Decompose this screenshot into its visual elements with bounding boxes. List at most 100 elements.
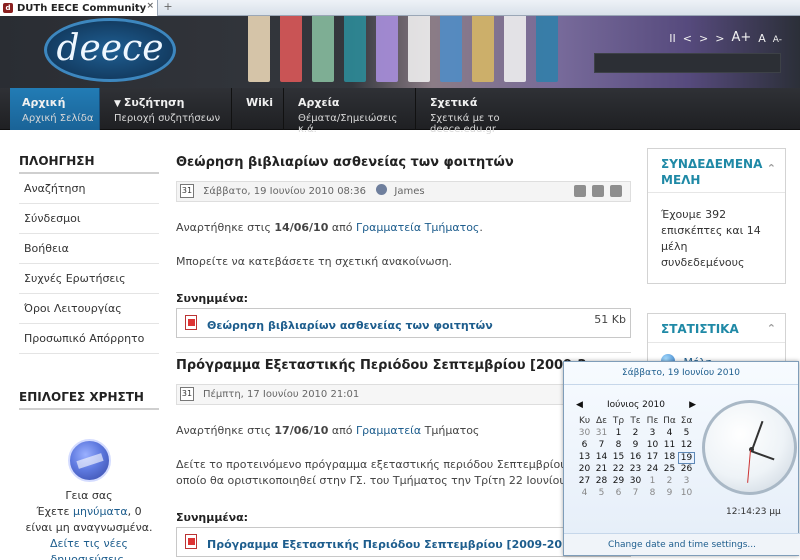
attachment-name[interactable]: Θεώρηση βιβλιαρίων ασθενείας των φοιτητώ…: [207, 319, 493, 332]
new-posts-link[interactable]: Δείτε τις νέες: [19, 536, 159, 552]
calendar-day[interactable]: 19: [678, 452, 695, 464]
chevron-up-icon[interactable]: ⌃: [767, 321, 776, 337]
change-date-time-link[interactable]: Change date and time settings...: [564, 533, 800, 555]
search-input[interactable]: [594, 53, 781, 73]
decorative-cable: [408, 16, 430, 82]
attachment-item[interactable]: Θεώρηση βιβλιαρίων ασθενείας των φοιτητώ…: [176, 308, 631, 338]
calendar-day[interactable]: 21: [593, 464, 610, 476]
nav-wiki[interactable]: Wiki: [234, 88, 284, 130]
calendar-day[interactable]: 3: [644, 428, 661, 440]
decorative-cable: [248, 16, 270, 82]
previous-icon[interactable]: <: [683, 32, 692, 45]
clock-date-heading[interactable]: Σάββατο, 19 Ιουνίου 2010: [564, 362, 798, 385]
calendar-day[interactable]: 16: [627, 452, 644, 464]
user-options-title: ΕΠΙΛΟΓΕΣ ΧΡΗΣΤΗ: [19, 390, 159, 410]
calendar-day[interactable]: 13: [576, 452, 593, 464]
calendar-day[interactable]: 6: [576, 440, 593, 452]
calendar-day[interactable]: 27: [576, 476, 593, 488]
calendar-day[interactable]: 20: [576, 464, 593, 476]
calendar-day[interactable]: 7: [627, 488, 644, 500]
article-author: James: [394, 186, 425, 197]
attachments-label: Συνημμένα:: [176, 292, 249, 305]
decorative-cable: [504, 16, 526, 82]
sidebar-item-terms[interactable]: Όροι Λειτουργίας: [19, 294, 159, 324]
calendar-day[interactable]: 30: [627, 476, 644, 488]
calendar-day[interactable]: 6: [610, 488, 627, 500]
forward-icon[interactable]: >: [715, 32, 724, 45]
sidebar-item-help[interactable]: Βοήθεια: [19, 234, 159, 264]
connected-members-label: ΣΥΝΔΕΔΕΜΕΝΑ ΜΕΛΗ: [661, 157, 763, 187]
nav-discussion[interactable]: ▼ Συζήτηση Περιοχή συζητήσεων: [102, 88, 232, 130]
font-normal-button[interactable]: A: [758, 32, 766, 45]
chevron-up-icon[interactable]: ⌃: [767, 161, 776, 177]
calendar-day[interactable]: 2: [661, 476, 678, 488]
calendar-day[interactable]: 5: [593, 488, 610, 500]
calendar-day[interactable]: 10: [644, 440, 661, 452]
calendar-icon: 31: [180, 184, 194, 198]
calendar-day[interactable]: 5: [678, 428, 695, 440]
previous-month-button[interactable]: ◀: [576, 400, 583, 416]
calendar-day[interactable]: 1: [644, 476, 661, 488]
calendar-day[interactable]: 24: [644, 464, 661, 476]
calendar-day[interactable]: 7: [593, 440, 610, 452]
calendar-day[interactable]: 8: [644, 488, 661, 500]
calendar-day[interactable]: 11: [661, 440, 678, 452]
calendar-day[interactable]: 25: [661, 464, 678, 476]
pdf-icon: [185, 534, 197, 549]
edit-icon[interactable]: [574, 185, 586, 197]
browser-tab[interactable]: d DUTh EECE Community ×: [0, 0, 158, 16]
calendar-day[interactable]: 22: [610, 464, 627, 476]
messages-line2: είναι μη αναγνωσμένα.: [25, 521, 153, 534]
calendar-day[interactable]: 28: [593, 476, 610, 488]
calendar-day[interactable]: 8: [610, 440, 627, 452]
calendar-day[interactable]: 17: [644, 452, 661, 464]
site-logo[interactable]: deece: [44, 18, 176, 82]
sidebar-item-search[interactable]: Αναζήτηση: [19, 174, 159, 204]
calendar-day[interactable]: 10: [678, 488, 695, 500]
sidebar-item-faq[interactable]: Συχνές Ερωτήσεις: [19, 264, 159, 294]
email-icon[interactable]: [610, 185, 622, 197]
calendar-month-label[interactable]: Ιούνιος 2010: [607, 400, 665, 416]
calendar-day[interactable]: 29: [610, 476, 627, 488]
calendar-day[interactable]: 12: [678, 440, 695, 452]
calendar-day[interactable]: 4: [661, 428, 678, 440]
attachment-name[interactable]: Πρόγραμμα Εξεταστικής Περιόδου Σεπτεμβρί…: [207, 538, 582, 551]
new-posts-link-2[interactable]: δημοσιεύσεις.: [19, 552, 159, 560]
calendar-day[interactable]: 9: [661, 488, 678, 500]
posted-date: 14/06/10: [274, 221, 329, 234]
nav-home-title: Αρχική: [22, 96, 66, 109]
pause-icon[interactable]: II: [669, 32, 676, 45]
weekday-label: Δε: [595, 416, 608, 426]
print-icon[interactable]: [592, 185, 604, 197]
calendar-day[interactable]: 23: [627, 464, 644, 476]
calendar-day[interactable]: 14: [593, 452, 610, 464]
calendar-day[interactable]: 30: [576, 428, 593, 440]
font-smaller-button[interactable]: A-: [773, 35, 782, 45]
calendar-day[interactable]: 4: [576, 488, 593, 500]
calendar-day[interactable]: 18: [661, 452, 678, 464]
secretariat-link[interactable]: Γραμματεία: [356, 424, 421, 437]
nav-home[interactable]: Αρχική Αρχική Σελίδα: [10, 88, 100, 130]
sidebar-item-privacy[interactable]: Προσωπικό Απόρρητο: [19, 324, 159, 354]
article-title[interactable]: Θεώρηση βιβλιαρίων ασθενείας των φοιτητώ…: [176, 154, 631, 172]
sidebar-item-links[interactable]: Σύνδεσμοι: [19, 204, 159, 234]
calendar-day[interactable]: 15: [610, 452, 627, 464]
calendar-day[interactable]: 2: [627, 428, 644, 440]
messages-link[interactable]: μηνύματα: [73, 505, 128, 518]
calendar-day[interactable]: 31: [593, 428, 610, 440]
nav-files[interactable]: Αρχεία Θέματα/Σημειώσεις κ.ά.: [286, 88, 416, 135]
calendar-day[interactable]: 9: [627, 440, 644, 452]
close-icon[interactable]: ×: [146, 1, 154, 11]
next-icon[interactable]: >: [699, 32, 708, 45]
next-month-button[interactable]: ▶: [689, 400, 696, 416]
calendar-day[interactable]: 1: [610, 428, 627, 440]
secretariat-link[interactable]: Γραμματεία Τμήματος: [356, 221, 479, 234]
calendar-day[interactable]: 3: [678, 476, 695, 488]
calendar-day[interactable]: 26: [678, 464, 695, 476]
right-sidebar: ΣΥΝΔΕΔΕΜΕΝΑ ΜΕΛΗ ⌃ Έχουμε 392 επισκέπτες…: [647, 148, 786, 389]
font-larger-button[interactable]: A+: [731, 30, 751, 45]
site-header: deece II < > > A+ A A-: [0, 16, 800, 88]
nav-files-sub: Θέματα/Σημειώσεις κ.ά.: [298, 113, 398, 135]
nav-about[interactable]: Σχετικά Σχετικά με το deece.edu.gr: [418, 88, 568, 135]
new-tab-button[interactable]: +: [160, 0, 176, 15]
